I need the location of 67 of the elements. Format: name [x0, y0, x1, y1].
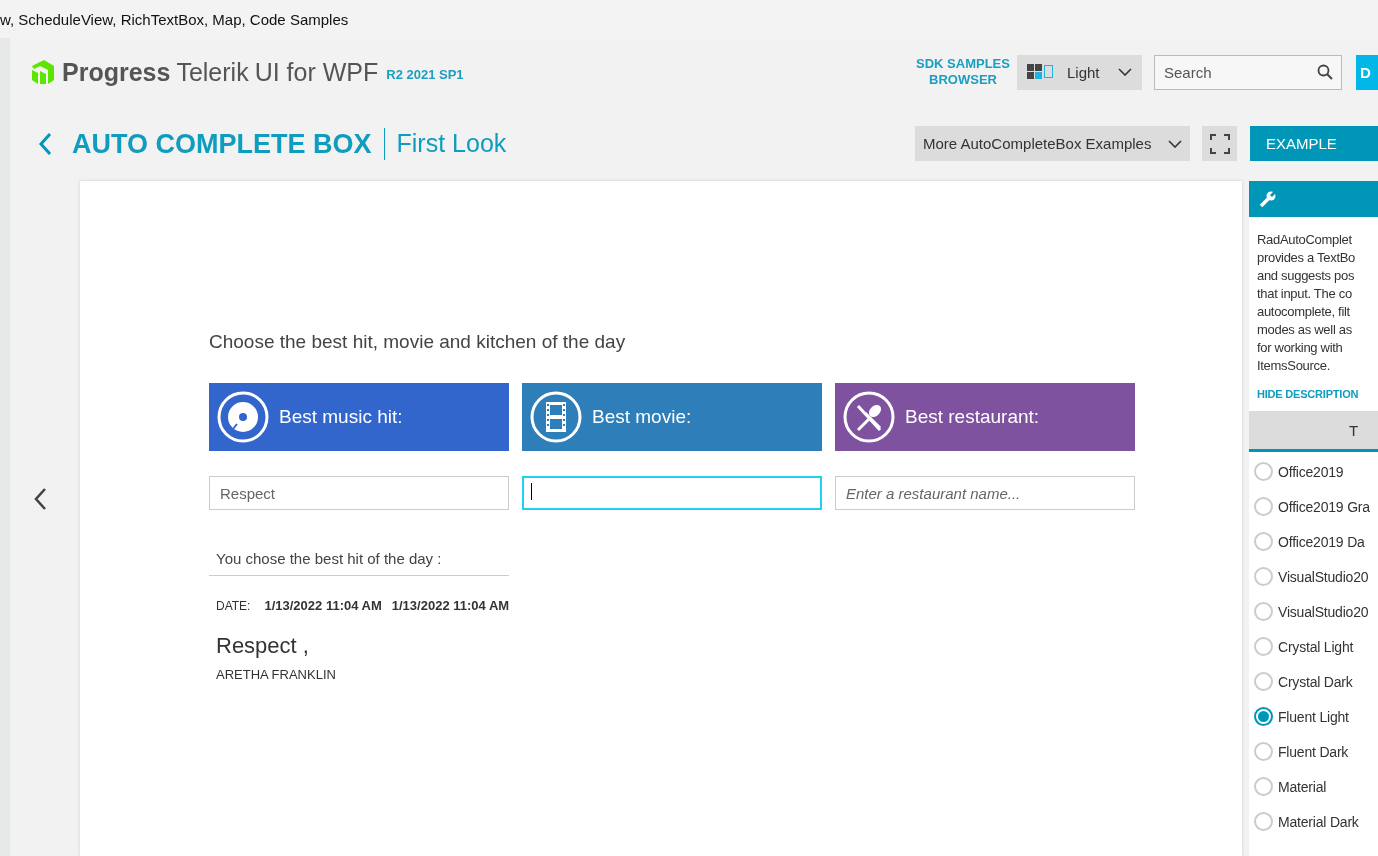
product-name: Telerik: [176, 57, 249, 87]
date-value: 1/13/2022 11:04 AM: [391, 598, 510, 613]
examples-dropdown[interactable]: More AutoCompleteBox Examples: [915, 126, 1190, 161]
previous-icon[interactable]: [33, 486, 47, 511]
theme-option[interactable]: Crystal Dark: [1249, 664, 1378, 699]
theme-option[interactable]: VisualStudio20: [1249, 594, 1378, 629]
version-label: R2 2021 SP1: [386, 66, 464, 82]
category-tile: Best restaurant:: [835, 383, 1135, 451]
description-line: modes as well as: [1257, 321, 1353, 339]
theme-option[interactable]: Fluent Dark: [1249, 734, 1378, 769]
theme-swatch-icon: [1027, 64, 1055, 80]
wrench-icon: [1259, 190, 1277, 208]
fullscreen-button[interactable]: [1202, 126, 1237, 161]
radio-button[interactable]: [1254, 812, 1273, 831]
disc-icon: [217, 391, 269, 443]
category-tile: Best music hit:: [209, 383, 509, 451]
example-title: First Look: [396, 129, 507, 158]
film-icon: [530, 391, 582, 443]
window-title: w, ScheduleView, RichTextBox, Map, Code Samples: [0, 10, 349, 28]
brand-name: Progress: [62, 57, 171, 87]
theme-option[interactable]: Crystal Light: [1249, 629, 1378, 664]
description-line: RadAutoComplet: [1257, 231, 1353, 249]
radio-button[interactable]: [1254, 672, 1273, 691]
theme-option[interactable]: Office2019 Da: [1249, 524, 1378, 559]
control-title: AUTO COMPLETE BOX: [72, 127, 385, 160]
chevron-down-icon: [1168, 139, 1182, 148]
result-caption: You chose the best hit of the day :: [209, 550, 509, 576]
fork-knife-icon: [843, 391, 895, 443]
theme-option[interactable]: Fluent Light: [1249, 699, 1378, 734]
artist-name: ARETHA FRANKLIN: [215, 666, 337, 682]
category-tile: Best movie:: [522, 383, 822, 451]
radio-button[interactable]: [1254, 567, 1273, 586]
description-line: autocomplete, filt: [1257, 303, 1351, 321]
theme-option[interactable]: Office2019 Gra: [1249, 489, 1378, 524]
date-label: DATE:: [216, 599, 251, 613]
fullscreen-icon: [1209, 133, 1230, 154]
theme-option[interactable]: Material Dark: [1249, 804, 1378, 839]
radio-button[interactable]: [1254, 707, 1273, 726]
description-line: ItemsSource.: [1257, 357, 1331, 375]
radio-button[interactable]: [1254, 602, 1273, 621]
radio-button[interactable]: [1254, 462, 1273, 481]
autocomplete-field[interactable]: Enter a restaurant name...: [835, 476, 1135, 510]
demo-heading: Choose the best hit, movie and kitchen of the day: [209, 331, 627, 353]
description-line: provides a TextBo: [1257, 249, 1356, 267]
search-icon: [1317, 63, 1333, 80]
radio-button[interactable]: [1254, 532, 1273, 551]
panel-tab[interactable]: T: [1249, 411, 1378, 452]
radio-button[interactable]: [1254, 742, 1273, 761]
date-value: 1/13/2022 11:04 AM: [264, 598, 382, 613]
back-icon[interactable]: [38, 131, 52, 156]
description-line: and suggests pos: [1257, 267, 1356, 285]
song-title: Respect ,: [215, 632, 310, 659]
product-suffix: UI for WPF: [254, 57, 379, 87]
autocomplete-field[interactable]: [522, 476, 822, 510]
theme-option[interactable]: VisualStudio20: [1249, 559, 1378, 594]
radio-button[interactable]: [1254, 777, 1273, 796]
radio-button[interactable]: [1254, 497, 1273, 516]
radio-button[interactable]: [1254, 637, 1273, 656]
autocomplete-field[interactable]: Respect: [209, 476, 509, 510]
chevron-down-icon: [1118, 68, 1132, 76]
description-line: for working with: [1257, 339, 1344, 357]
theme-option[interactable]: Office2019: [1249, 454, 1378, 489]
theme-dropdown[interactable]: Light: [1017, 54, 1142, 90]
description-line: that input. The co: [1257, 285, 1353, 303]
search-field[interactable]: Search: [1154, 54, 1342, 90]
theme-option[interactable]: Material: [1249, 769, 1378, 804]
logo-icon: [30, 58, 56, 86]
